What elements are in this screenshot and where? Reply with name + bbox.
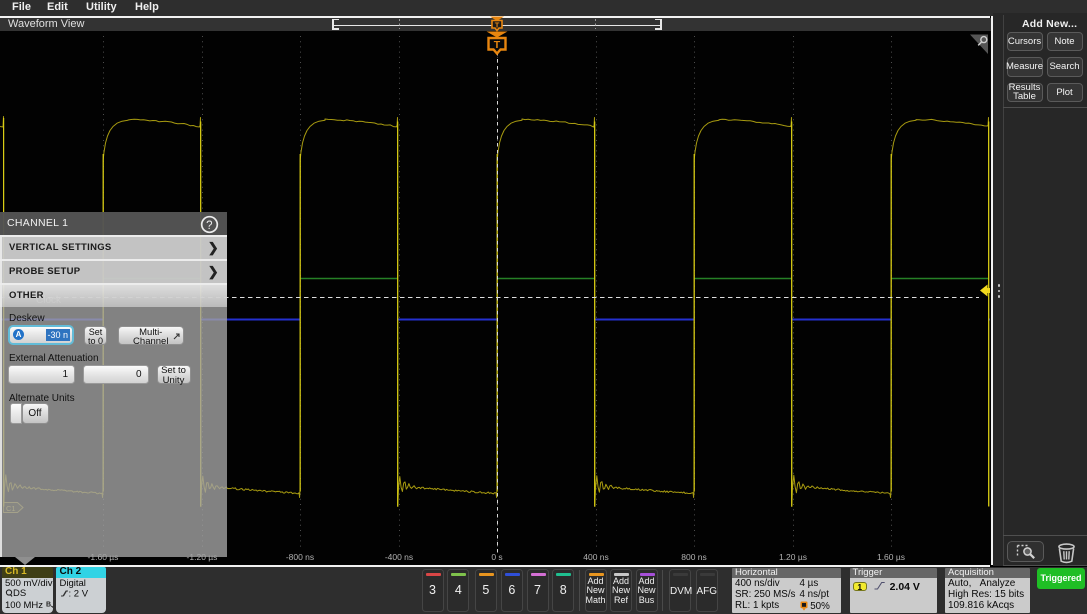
svg-text:1.60 µs: 1.60 µs xyxy=(877,552,905,562)
svg-text:T: T xyxy=(494,39,501,51)
svg-text:0 s: 0 s xyxy=(491,552,502,562)
svg-text:-400 ns: -400 ns xyxy=(385,552,413,562)
svg-text:T: T xyxy=(495,21,500,30)
svg-text:-800 ns: -800 ns xyxy=(286,552,314,562)
svg-text:?: ? xyxy=(206,219,213,231)
svg-text:800 ns: 800 ns xyxy=(681,552,707,562)
svg-text:B: B xyxy=(46,601,51,608)
svg-text:400 ns: 400 ns xyxy=(583,552,609,562)
svg-text:1.20 µs: 1.20 µs xyxy=(779,552,807,562)
